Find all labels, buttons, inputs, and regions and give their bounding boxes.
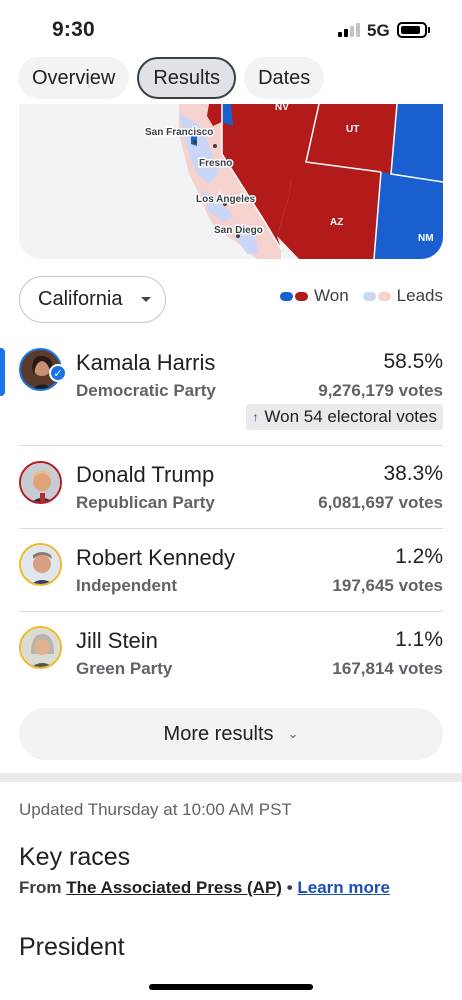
more-results-label: More results <box>163 722 274 745</box>
candidate-party: Green Party <box>76 659 173 678</box>
winner-indicator <box>0 348 5 396</box>
candidate-name: Jill Stein <box>76 628 158 653</box>
candidate-percent: 38.3% <box>383 462 443 485</box>
battery-icon <box>397 22 430 38</box>
tab-bar: Overview Results Dates <box>18 57 325 101</box>
candidate-name: Kamala Harris <box>76 350 216 375</box>
avatar <box>19 461 62 504</box>
map-label-nm: NM <box>418 233 434 244</box>
state-dropdown[interactable]: California <box>19 276 166 323</box>
candidate-percent: 58.5% <box>383 350 443 373</box>
winner-check-icon: ✓ <box>49 364 67 382</box>
legend-won-label: Won <box>314 286 349 305</box>
learn-more-link[interactable]: Learn more <box>297 878 390 897</box>
candidate-percent: 1.1% <box>395 628 443 651</box>
candidate-percent: 1.2% <box>395 545 443 568</box>
signal-icon <box>338 23 360 37</box>
network-label: 5G <box>367 21 390 40</box>
won-swatch-icon <box>280 291 309 301</box>
avatar <box>19 543 62 586</box>
divider <box>19 445 443 446</box>
map-legend: Won Leads <box>280 286 443 306</box>
candidate-votes: 167,814 votes <box>332 659 443 678</box>
status-time: 9:30 <box>52 18 95 41</box>
status-bar: 9:30 5G <box>0 0 462 56</box>
leads-swatch-icon <box>362 291 391 301</box>
map-label-san-diego: San Diego <box>214 225 263 236</box>
president-heading: President <box>19 933 125 961</box>
legend-leads-label: Leads <box>396 286 443 305</box>
section-divider <box>0 773 462 782</box>
home-indicator[interactable] <box>149 984 313 990</box>
map-label-san-francisco: San Francisco <box>145 127 213 138</box>
state-dropdown-value: California <box>38 288 123 310</box>
arrow-up-icon: ↑ <box>252 410 259 424</box>
key-races-heading: Key races <box>19 843 131 871</box>
electoral-votes-badge: ↑ Won 54 electoral votes <box>246 404 443 430</box>
candidate-name: Donald Trump <box>76 462 215 487</box>
candidate-votes: 6,081,697 votes <box>318 493 443 512</box>
map-label-nv: NV <box>275 104 289 113</box>
map-label-ut: UT <box>346 124 359 135</box>
divider <box>19 528 443 529</box>
map-label-fresno: Fresno <box>199 158 232 169</box>
chevron-down-icon: ⌄ <box>287 726 299 741</box>
dropdown-caret-icon <box>141 297 151 302</box>
more-results-button[interactable]: More results ⌄ <box>19 708 443 760</box>
source-line: From The Associated Press (AP) • Learn m… <box>19 878 390 898</box>
map-label-los-angeles: Los Angeles <box>196 194 256 205</box>
results-map[interactable]: San Francisco Fresno Los Angeles San Die… <box>19 104 443 259</box>
updated-timestamp: Updated Thursday at 10:00 AM PST <box>19 800 292 819</box>
electoral-votes-text: Won 54 electoral votes <box>264 407 437 426</box>
source-separator: • <box>286 878 293 897</box>
candidate-party: Independent <box>76 576 178 595</box>
candidate-party: Republican Party <box>76 493 215 512</box>
tab-dates[interactable]: Dates <box>244 57 325 99</box>
candidate-name: Robert Kennedy <box>76 545 235 570</box>
source-prefix: From <box>19 878 62 897</box>
candidate-votes: 9,276,179 votes <box>318 381 443 400</box>
candidate-votes: 197,645 votes <box>332 576 443 595</box>
candidate-party: Democratic Party <box>76 381 216 400</box>
divider <box>19 611 443 612</box>
tab-results[interactable]: Results <box>137 57 237 99</box>
ap-source-link[interactable]: The Associated Press (AP) <box>66 878 282 897</box>
tab-overview[interactable]: Overview <box>18 57 130 99</box>
map-label-az: AZ <box>330 217 343 228</box>
avatar <box>19 626 62 669</box>
